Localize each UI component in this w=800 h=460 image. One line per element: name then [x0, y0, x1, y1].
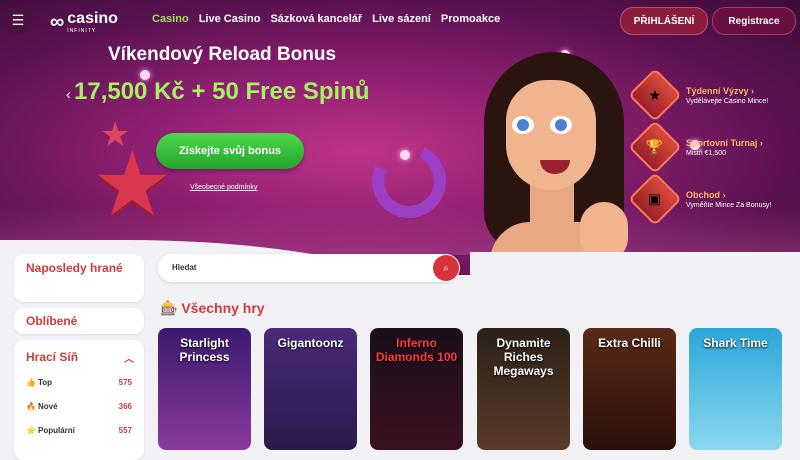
- chevron-right-icon: ›: [722, 189, 726, 200]
- sidebar-item-count: 557: [118, 426, 132, 435]
- trophy-star-icon: ★: [648, 86, 662, 103]
- promo-sports-tournament[interactable]: 🏆 Sportovní Turnaj › Mistři €1,500: [628, 120, 763, 174]
- all-games-heading: 🎰 Všechny hry: [160, 300, 265, 317]
- game-tile-dynamite-riches[interactable]: Dynamite Riches Megaways: [477, 328, 570, 450]
- chevron-up-icon[interactable]: ︿: [124, 350, 134, 365]
- game-title: Gigantoonz: [277, 336, 344, 350]
- game-tile-inferno-diamonds[interactable]: Inferno Diamonds 100: [370, 328, 463, 450]
- game-title: Inferno Diamonds 100: [375, 336, 458, 364]
- promo-shop-title: Obchod: [686, 189, 720, 200]
- game-tile-gigantoonz[interactable]: Gigantoonz: [264, 328, 357, 450]
- sidebar-item-label: Populární: [38, 426, 75, 435]
- hero-character: [470, 52, 640, 275]
- sidebar-item-count: 366: [118, 402, 132, 411]
- game-title: Starlight Princess: [179, 336, 230, 364]
- main-nav: Casino Live Casino Sázková kancelář Live…: [152, 13, 500, 25]
- game-tile-starlight-princess[interactable]: Starlight Princess: [158, 328, 251, 450]
- logo-text: casino: [67, 10, 118, 27]
- login-button[interactable]: PŘIHLÁŠENÍ: [620, 7, 708, 35]
- sidebar-favorites[interactable]: Oblíbené: [14, 308, 144, 334]
- sidebar-item-label: Nové: [38, 402, 58, 411]
- get-bonus-button[interactable]: Získejte svůj bonus: [156, 133, 304, 169]
- nav-live-betting[interactable]: Live sázení: [372, 13, 431, 25]
- nav-casino[interactable]: Casino: [152, 13, 189, 25]
- register-button[interactable]: Registrace: [712, 7, 796, 35]
- promo-title: Víkendový Reload Bonus: [108, 44, 337, 65]
- top-header: ☰ ∞ casino INFINITY Casino Live Casino S…: [0, 0, 800, 40]
- nav-promotions[interactable]: Promoakce: [441, 13, 500, 25]
- sidebar-lobby: Hrací Síň ︿ 👍 Top 575 🔥 Nové 366 ⭐ Popul…: [14, 340, 144, 460]
- sidebar-item-label: Top: [38, 378, 53, 387]
- lobby-label[interactable]: Hrací Síň: [26, 350, 78, 364]
- nav-live-casino[interactable]: Live Casino: [199, 13, 261, 25]
- sidebar-recently-played[interactable]: Naposledy hrané: [14, 254, 144, 302]
- terms-link[interactable]: Všeobecné podmínky: [190, 184, 257, 191]
- trophy-icon: 🏆: [646, 138, 664, 155]
- promo-shop[interactable]: ▣ Obchod › Vyměňte Mince Za Bonusy!: [628, 172, 772, 226]
- star-icon: ⭐: [26, 426, 36, 435]
- slot-machine-icon: 🎰: [160, 300, 178, 316]
- recently-played-label: Naposledy hrané: [26, 261, 123, 275]
- hero-banner: ★ ★ ‹ Víkendový Reload Bonus 17,500 Kč +…: [0, 0, 800, 275]
- search-input[interactable]: [172, 263, 412, 272]
- sidebar-item-count: 575: [118, 378, 132, 387]
- logo-subtext: INFINITY: [67, 28, 97, 34]
- promo-weekly-subtitle: Vydělávejte Casino Mince!: [686, 97, 769, 105]
- game-title: Dynamite Riches Megaways: [493, 336, 554, 378]
- promo-sports-title: Sportovní Turnaj: [686, 137, 758, 148]
- promo-weekly-title: Týdenní Výzvy: [686, 85, 749, 96]
- chevron-right-icon: ›: [751, 85, 755, 96]
- promo-amount: 17,500 Kč + 50 Free Spinů: [74, 78, 370, 105]
- nav-sportsbook[interactable]: Sázková kancelář: [270, 13, 362, 25]
- promo-sports-subtitle: Mistři €1,500: [686, 149, 727, 157]
- game-title: Extra Chilli: [598, 336, 661, 350]
- game-tile-extra-chilli[interactable]: Extra Chilli: [583, 328, 676, 450]
- sidebar-item-popular[interactable]: ⭐ Populární 557: [26, 426, 132, 435]
- flame-icon: 🔥: [26, 402, 36, 411]
- menu-icon[interactable]: ☰: [4, 6, 32, 34]
- all-games-title: Všechny hry: [181, 300, 265, 316]
- promo-weekly-challenges[interactable]: ★ Týdenní Výzvy › Vydělávejte Casino Min…: [628, 68, 769, 122]
- sidebar-item-new[interactable]: 🔥 Nové 366: [26, 402, 132, 411]
- infinity-logo-icon: ∞: [50, 10, 65, 33]
- promo-shop-subtitle: Vyměňte Mince Za Bonusy!: [686, 201, 772, 209]
- search-icon[interactable]: ⌕: [433, 255, 459, 281]
- logo[interactable]: ∞ casino INFINITY: [50, 10, 118, 35]
- shop-icon: ▣: [648, 190, 662, 207]
- game-title: Shark Time: [703, 336, 768, 350]
- chevron-right-icon: ›: [759, 137, 763, 148]
- game-tile-shark-time[interactable]: Shark Time: [689, 328, 782, 450]
- thumbs-up-icon: 👍: [26, 378, 36, 387]
- sidebar-item-top[interactable]: 👍 Top 575: [26, 378, 132, 387]
- favorites-label: Oblíbené: [26, 314, 78, 328]
- carousel-prev-icon[interactable]: ‹: [66, 86, 71, 102]
- content-background: [470, 252, 800, 312]
- search-bar: ⌕: [158, 254, 460, 282]
